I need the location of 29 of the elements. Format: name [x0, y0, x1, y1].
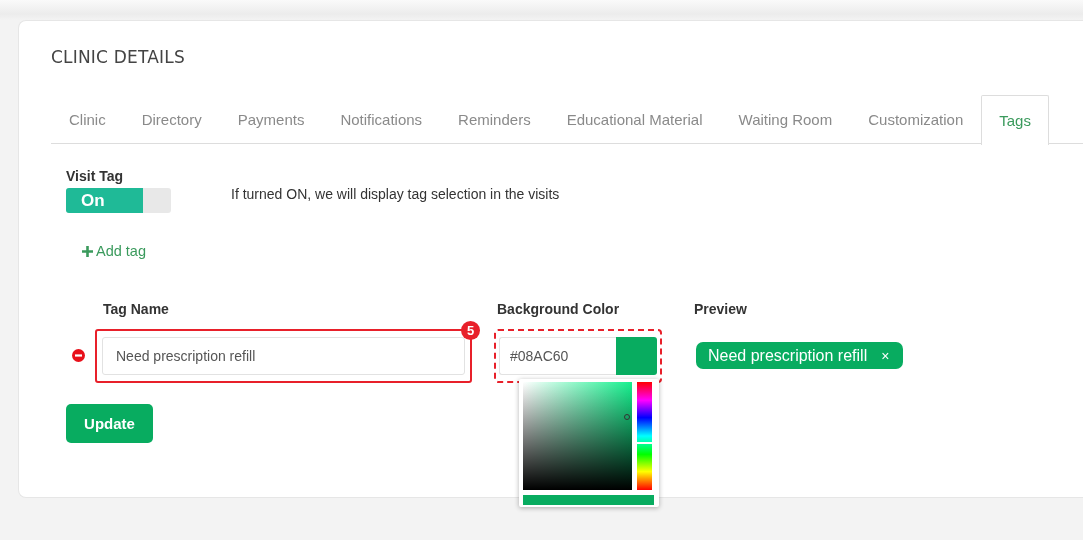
tag-name-field[interactable]: Need prescription refill	[102, 336, 465, 375]
column-label: Preview	[694, 300, 747, 317]
hue-handle[interactable]	[637, 442, 652, 445]
tab[interactable]: Notifications	[322, 95, 441, 144]
tab[interactable]: Payments	[219, 95, 323, 144]
toggle-switch[interactable]: On	[66, 188, 171, 213]
add-tag-link[interactable]: Add tag	[82, 243, 146, 259]
saturation-area[interactable]	[523, 381, 632, 490]
description-text: If turned ON, we will display tag selection in the visits	[231, 186, 560, 202]
color-field[interactable]: #08AC60	[499, 336, 616, 375]
tab[interactable]: Directory	[123, 95, 220, 144]
hue-slider[interactable]	[637, 381, 652, 490]
column-label: Background Color	[497, 300, 621, 317]
tab[interactable]: Clinic	[51, 95, 124, 144]
plus-icon	[82, 245, 93, 257]
tab[interactable]: Educational Material	[548, 95, 721, 144]
tag-chip: Need prescription refill ×	[696, 342, 904, 369]
color-swatch[interactable]	[616, 336, 657, 375]
tab[interactable]: Tags	[981, 95, 1049, 145]
tab[interactable]: Reminders	[440, 95, 549, 144]
update-button[interactable]: Update	[66, 403, 153, 443]
tab[interactable]: Waiting Room	[720, 95, 851, 144]
close-icon[interactable]: ×	[881, 347, 890, 364]
visit-tag-label: Visit Tag	[66, 168, 125, 184]
remove-icon[interactable]	[72, 349, 85, 362]
column-label: Tag Name	[103, 300, 170, 317]
step-badge: 5	[461, 320, 480, 340]
section-title: CLINIC DETAILS	[51, 47, 185, 67]
tab[interactable]: Customization	[850, 95, 982, 144]
